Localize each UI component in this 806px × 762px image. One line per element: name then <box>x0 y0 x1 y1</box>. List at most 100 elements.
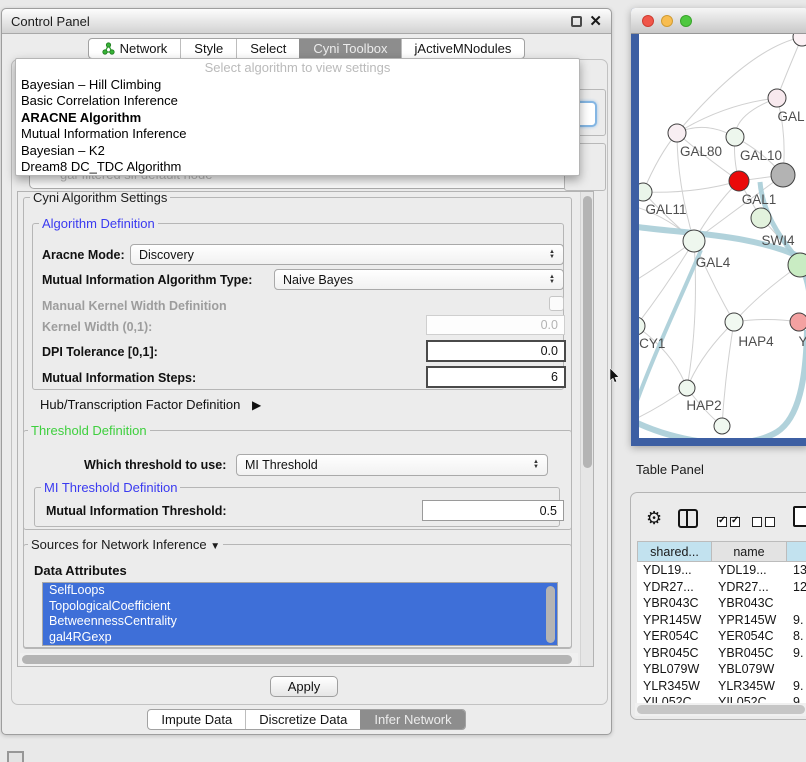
table-cell-name[interactable]: YIL052C <box>712 695 787 703</box>
close-traffic-light-icon[interactable] <box>642 15 654 27</box>
data-attributes-list[interactable]: SelfLoopsTopologicalCoefficientBetweenne… <box>42 582 558 646</box>
table-row[interactable]: YBL079WYBL079W <box>637 661 806 678</box>
table-cell-v[interactable]: 12 <box>787 580 806 594</box>
dropdown-item[interactable]: ARACNE Algorithm <box>16 110 579 126</box>
tab-style[interactable]: Style <box>180 39 236 58</box>
tab-network[interactable]: Network <box>89 39 181 58</box>
column-header-name[interactable]: name <box>712 541 787 562</box>
network-window-titlebar[interactable] <box>631 8 806 34</box>
manual-kernel-checkbox[interactable] <box>549 296 564 311</box>
table-cell-v[interactable]: 9 <box>787 695 806 703</box>
table-cell-shared[interactable]: YBR045C <box>637 646 712 660</box>
new-table-icon[interactable] <box>793 506 806 527</box>
dropdown-item[interactable]: Mutual Information Inference <box>16 126 579 142</box>
network-node-GAL11[interactable] <box>639 183 652 201</box>
table-cell-name[interactable]: YPR145W <box>712 613 787 627</box>
table-cell-name[interactable]: YBR045C <box>712 646 787 660</box>
dpi-tolerance-field[interactable]: 0.0 <box>426 340 566 362</box>
data-attribute-item[interactable]: SelfLoops <box>43 583 557 599</box>
network-node[interactable] <box>771 163 795 187</box>
table-cell-v[interactable]: 9. <box>787 646 806 660</box>
table-cell-name[interactable]: YDL19... <box>712 563 787 577</box>
tab-discretize-data[interactable]: Discretize Data <box>245 710 360 729</box>
table-cell-name[interactable]: YDR27... <box>712 580 787 594</box>
mi-type-select[interactable]: Naive Bayes ▲▼ <box>274 269 564 290</box>
dropdown-item[interactable]: Bayesian – Hill Climbing <box>16 77 579 93</box>
table-cell-shared[interactable]: YIL052C <box>637 695 712 703</box>
network-edge[interactable] <box>722 322 734 426</box>
mi-steps-field[interactable]: 6 <box>426 366 566 388</box>
table-row[interactable]: YLR345WYLR345W9. <box>637 678 806 695</box>
settings-vertical-scrollbar[interactable] <box>580 192 594 667</box>
network-edge[interactable] <box>643 181 739 192</box>
table-row[interactable]: YPR145WYPR145W9. <box>637 612 806 629</box>
collapse-down-arrow-icon[interactable]: ▼ <box>210 541 220 552</box>
table-cell-v[interactable]: 8. <box>787 629 806 643</box>
table-row[interactable]: YER054CYER054C8. <box>637 628 806 645</box>
network-node[interactable] <box>714 418 730 434</box>
tab-impute-data[interactable]: Impute Data <box>148 710 245 729</box>
dropdown-item[interactable]: Basic Correlation Inference <box>16 93 579 109</box>
attr-list-scrollbar[interactable] <box>546 586 555 643</box>
mi-threshold-field[interactable]: 0.5 <box>422 500 564 521</box>
table-row[interactable]: YBR043CYBR043C <box>637 595 806 612</box>
network-edge[interactable] <box>734 265 800 322</box>
network-node-GAL80[interactable] <box>668 124 686 142</box>
network-node[interactable] <box>793 34 806 46</box>
table-row[interactable]: YDL19...YDL19...13 <box>637 562 806 579</box>
table-row[interactable]: YBR045CYBR045C9. <box>637 645 806 662</box>
tab-select[interactable]: Select <box>236 39 299 58</box>
table-cell-shared[interactable]: YDR27... <box>637 580 712 594</box>
network-edge[interactable] <box>643 133 677 192</box>
network-graph[interactable]: GALGAL80GAL10GAL1GAL11SWI4GAL4GCY1HAP4YH… <box>639 34 806 438</box>
table-cell-shared[interactable]: YBL079W <box>637 662 712 676</box>
gear-icon[interactable]: ⚙ <box>646 509 662 527</box>
network-node-SWI4[interactable] <box>751 208 771 228</box>
table-cell-name[interactable]: YBL079W <box>712 662 787 676</box>
select-all-columns-icon[interactable]: ✓✓ <box>717 514 743 532</box>
dropdown-item[interactable]: Dream8 DC_TDC Algorithm <box>16 159 579 175</box>
table-cell-shared[interactable]: YDL19... <box>637 563 712 577</box>
network-edge[interactable] <box>777 37 802 98</box>
data-attribute-item[interactable]: BetweennessCentrality <box>43 614 557 630</box>
dropdown-item[interactable]: Bayesian – K2 <box>16 143 579 159</box>
collapsed-panel-icon[interactable] <box>7 751 24 762</box>
table-row[interactable]: YDR27...YDR27...12 <box>637 579 806 596</box>
table-row[interactable]: YIL052CYIL052C9 <box>637 694 806 703</box>
table-horizontal-scrollbar[interactable] <box>635 703 806 716</box>
tab-cyni-toolbox[interactable]: Cyni Toolbox <box>299 39 400 58</box>
aracne-mode-select[interactable]: Discovery ▲▼ <box>130 244 564 265</box>
table-cell-shared[interactable]: YLR345W <box>637 679 712 693</box>
deselect-all-columns-icon[interactable] <box>752 514 778 532</box>
network-node-Y[interactable] <box>790 313 806 331</box>
apply-button[interactable]: Apply <box>270 676 338 697</box>
table-cell-name[interactable]: YLR345W <box>712 679 787 693</box>
hub-definition-toggle[interactable]: Hub/Transcription Factor Definition ▶ <box>40 397 261 412</box>
close-panel-icon[interactable]: ✕ <box>589 16 602 27</box>
network-node-HAP2[interactable] <box>679 380 695 396</box>
column-header-partial[interactable] <box>787 541 806 562</box>
network-edge[interactable] <box>734 320 799 323</box>
dropdown-placeholder[interactable]: Select algorithm to view settings <box>16 59 579 77</box>
table-cell-shared[interactable]: YPR145W <box>637 613 712 627</box>
tab-infer-network[interactable]: Infer Network <box>360 710 464 729</box>
which-threshold-select[interactable]: MI Threshold ▲▼ <box>236 454 548 476</box>
zoom-traffic-light-icon[interactable] <box>680 15 692 27</box>
table-cell-v[interactable]: 9. <box>787 613 806 627</box>
table-cell-shared[interactable]: YER054C <box>637 629 712 643</box>
data-attribute-item[interactable]: TopologicalCoefficient <box>43 599 557 615</box>
float-window-icon[interactable] <box>571 16 582 27</box>
kernel-width-field[interactable]: 0.0 <box>426 315 565 335</box>
network-node-HAP4[interactable] <box>725 313 743 331</box>
split-columns-icon[interactable] <box>678 509 698 528</box>
table-cell-v[interactable]: 9. <box>787 679 806 693</box>
network-node-GAL[interactable] <box>768 89 786 107</box>
network-canvas[interactable]: GALGAL80GAL10GAL1GAL11SWI4GAL4GCY1HAP4YH… <box>639 34 806 438</box>
data-attribute-item[interactable]: gal4RGexp <box>43 630 557 646</box>
column-header-shared-name[interactable]: shared... <box>637 541 712 562</box>
network-node[interactable] <box>788 253 806 277</box>
tab-jactivemnodules[interactable]: jActiveMNodules <box>401 39 525 58</box>
network-edge[interactable] <box>639 388 687 420</box>
network-node-GAL10[interactable] <box>726 128 744 146</box>
table-cell-name[interactable]: YBR043C <box>712 596 787 610</box>
